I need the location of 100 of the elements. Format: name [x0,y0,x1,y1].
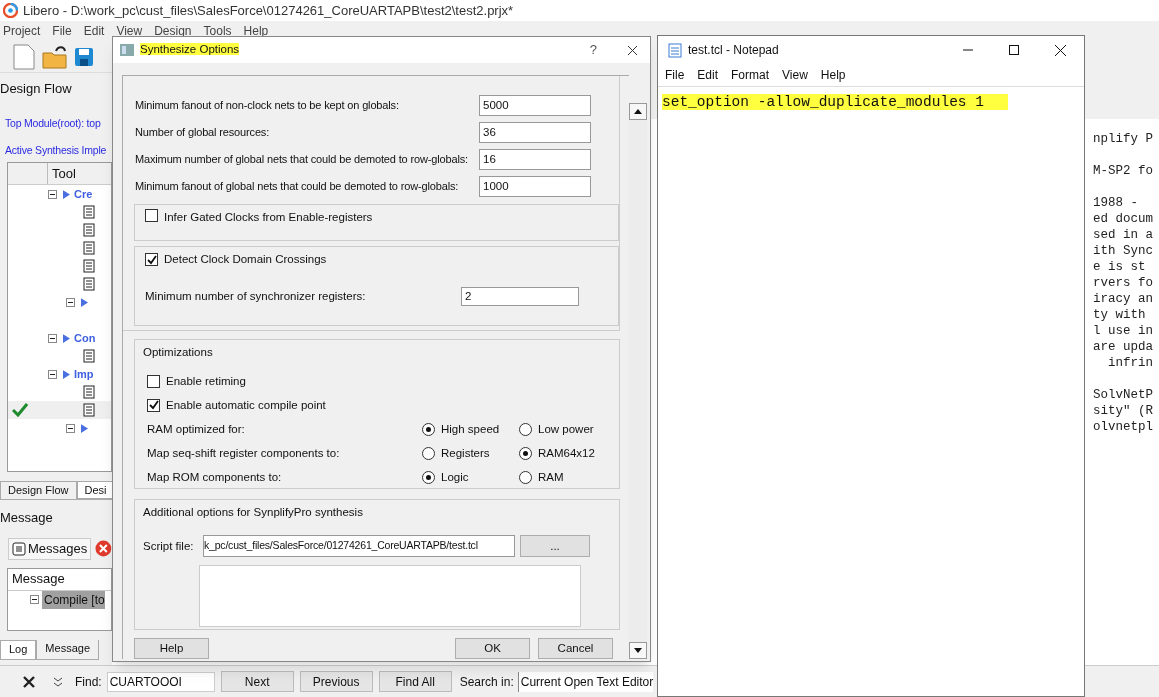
radio-label[interactable]: RAM64x12 [538,444,595,462]
tool-icon[interactable] [82,259,96,273]
panel-title: Design Flow [0,80,73,98]
panel-tab[interactable]: Desi [76,481,112,499]
tool-icon[interactable] [82,205,96,219]
menu-item[interactable]: Design [154,22,192,40]
log-line: sity" (R [1093,403,1154,419]
tool-icon[interactable] [82,241,96,255]
text-editor[interactable]: set_option -allow_duplicate_modules 1 [658,86,1084,696]
menu-item[interactable]: File [665,66,685,84]
close-icon[interactable] [627,44,638,56]
menu-item[interactable]: Help [820,66,846,84]
script-file-field[interactable]: k_pc/cust_files/SalesForce/01274261_CoreUARTAPB/test.tcl [203,535,515,558]
tool-icon[interactable] [82,277,96,291]
menu-item[interactable]: Format [731,66,770,84]
field-label: Map seq-shift register components to: [146,445,341,461]
menu-item[interactable]: Tools [203,22,232,40]
checkbox-label[interactable]: Enable retiming [166,372,246,390]
panel-tab[interactable]: Message [36,639,99,660]
panel-tab[interactable]: Log [0,639,37,660]
menu-item[interactable]: File [52,22,72,40]
menu-item[interactable]: Edit [83,22,105,40]
radio-button[interactable] [519,422,532,436]
radio-button[interactable] [422,446,435,460]
text-field[interactable]: 1000 [479,176,591,197]
find-button[interactable]: Previous [299,671,373,692]
window-title: Libero - D:\work_pc\cust_files\SalesForce\01274261_CoreUARTAPB\test2\test2.prjx* [23,1,514,20]
group-title: Additional options for SynplifyPro synthesis [143,505,364,520]
tool-icon[interactable] [82,223,96,237]
radio-label[interactable]: RAM [538,468,564,486]
chevron-down-icon[interactable] [53,675,63,688]
error-icon[interactable] [95,540,112,557]
checkbox-label[interactable]: Detect Clock Domain Crossings [164,251,327,269]
checkbox[interactable] [147,398,160,412]
checkbox-label[interactable]: Enable automatic compile point [166,396,326,414]
save-icon[interactable] [74,46,94,67]
collapse-icon[interactable] [48,189,57,199]
find-button[interactable]: Next [220,671,294,692]
menu-item[interactable]: Help [243,22,269,40]
collapse-icon[interactable] [48,333,57,343]
close-icon[interactable] [23,675,35,688]
tool-icon[interactable] [82,403,96,417]
messages-filter-button[interactable]: Messages [8,537,92,560]
ok-button[interactable]: OK [455,638,530,659]
text-field[interactable]: 5000 [479,95,591,116]
log-line: iracy an [1093,291,1154,307]
column-header[interactable]: Message [12,569,65,589]
browse-button[interactable]: ... [520,535,590,558]
cancel-button[interactable]: Cancel [538,638,613,659]
radio-button[interactable] [519,470,532,484]
menu-item[interactable]: View [782,66,808,84]
radio-button[interactable] [422,470,435,484]
checkbox[interactable] [145,209,158,222]
text-field[interactable]: 16 [479,149,591,170]
radio-label[interactable]: Logic [441,468,469,486]
close-icon[interactable] [1055,44,1066,56]
tool-icon[interactable] [82,349,96,363]
active-synthesis-link[interactable]: Active Synthesis Imple [0,143,112,159]
log-line: e is st [1093,259,1147,275]
log-line: infrin [1107,355,1154,371]
checkbox[interactable] [147,374,160,388]
tree-item-label[interactable]: Cre [74,185,93,203]
maximize-icon[interactable] [1009,45,1019,55]
tool-icon[interactable] [82,385,96,399]
menu-item[interactable]: Edit [697,66,719,84]
window-title: Synthesize Options [140,42,240,58]
menu-item[interactable]: Project [3,22,41,40]
log-line: olvnetpl [1093,419,1154,435]
panel-tab[interactable]: Design Flow [0,481,77,499]
up-arrow-icon[interactable] [634,109,642,114]
find-button[interactable]: Find All [378,671,452,692]
collapse-icon[interactable] [66,423,75,433]
help-glyph[interactable]: ? [589,40,597,60]
help-button[interactable]: Help [134,638,209,659]
field-label: Minimum number of synchronizer registers: [145,289,367,305]
field-label: Map ROM components to: [146,469,283,485]
radio-label[interactable]: High speed [441,420,500,438]
collapse-icon[interactable] [48,369,57,379]
notepad-icon [668,42,682,58]
tree-item-label[interactable]: Con [74,329,96,347]
open-folder-icon[interactable] [42,44,68,69]
menu-item[interactable]: View [116,22,143,40]
field-label: Minimum fanout of global nets that could be demoted to row-globals: [135,179,460,195]
app-icon [120,44,134,56]
log-line: ed docum [1093,211,1154,227]
radio-label[interactable]: Low power [538,420,594,438]
field-label: RAM optimized for: [146,421,246,437]
checkbox[interactable] [145,253,158,267]
collapse-icon[interactable] [66,297,75,307]
down-arrow-icon[interactable] [634,648,642,653]
search-in-label: Search in: [459,673,514,691]
radio-label[interactable]: Registers [441,444,490,462]
tree-item-label[interactable]: Imp [74,365,94,383]
search-in-field[interactable]: Current Open Text Editor [517,671,654,692]
top-module-link[interactable]: Top Module(root): top [0,115,112,132]
text-field[interactable]: 36 [479,122,591,143]
radio-button[interactable] [422,422,435,436]
text-field[interactable]: 2 [461,287,579,307]
radio-button[interactable] [519,446,532,460]
find-field[interactable]: CUARTOOOI [106,671,215,692]
